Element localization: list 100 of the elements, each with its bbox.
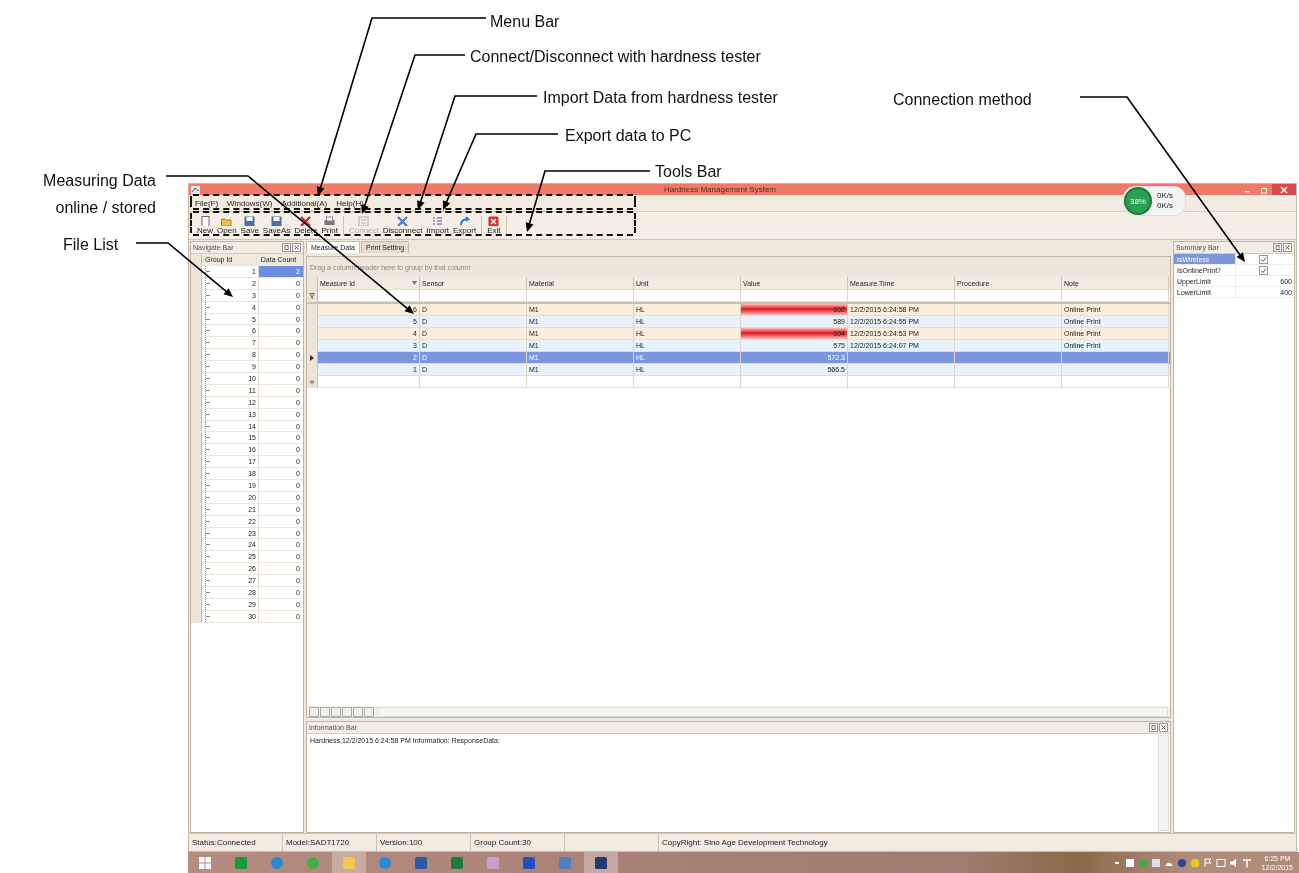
- menu-item[interactable]: Additional(A): [281, 198, 328, 208]
- callout-label: Connect/Disconnect with hardness tester: [470, 47, 761, 67]
- filter-cell[interactable]: [741, 290, 848, 302]
- app-icon: [270, 855, 284, 870]
- callout-label: Measuring Data online / stored: [42, 171, 156, 218]
- close-icon[interactable]: [292, 243, 301, 252]
- filter-cell[interactable]: [848, 290, 955, 302]
- table-cell[interactable]: [634, 376, 741, 388]
- tray-icon[interactable]: [1176, 857, 1187, 868]
- toolbar-button[interactable]: Open: [216, 216, 238, 235]
- callout-label: Connection method: [893, 90, 1032, 110]
- sort-arrow-icon: [412, 281, 417, 285]
- vertical-scrollbar[interactable]: [1158, 735, 1169, 831]
- folder-icon: [221, 216, 233, 226]
- filter-cell[interactable]: [420, 290, 527, 302]
- table-cell[interactable]: [848, 376, 955, 388]
- toolbar-button[interactable]: Exit: [486, 216, 502, 235]
- table-cell[interactable]: [741, 376, 848, 388]
- row-header[interactable]: [191, 266, 202, 277]
- close-icon: [1280, 185, 1288, 194]
- table-cell[interactable]: [527, 376, 634, 388]
- usage-gauge: 38%: [1124, 187, 1152, 215]
- filter-cell[interactable]: [318, 290, 420, 302]
- upload-rate: 0K/s: [1157, 191, 1173, 201]
- page-icon: [199, 216, 211, 226]
- menu-item[interactable]: Windows(W): [227, 198, 273, 208]
- callout-label: Menu Bar: [490, 12, 560, 32]
- status-text: Model:SADT1720: [283, 834, 377, 851]
- table-cell[interactable]: [955, 376, 1062, 388]
- pager-button[interactable]: [309, 706, 319, 717]
- app-icon: [234, 855, 248, 870]
- filter-cell[interactable]: [1062, 290, 1169, 302]
- pager-button[interactable]: [353, 706, 363, 717]
- pin-icon[interactable]: [1149, 723, 1158, 732]
- pager-button[interactable]: [364, 706, 374, 717]
- cross-icon: [397, 216, 409, 226]
- tray-icon[interactable]: [1215, 857, 1226, 868]
- app-icon: [594, 855, 608, 870]
- printer-icon: [324, 216, 336, 226]
- table-cell[interactable]: [1062, 376, 1169, 388]
- filter-cell[interactable]: [527, 290, 634, 302]
- curved-arrow-icon: [459, 216, 471, 226]
- cross-icon: [300, 216, 312, 226]
- toolbar-button[interactable]: Import: [425, 216, 451, 235]
- close-button[interactable]: [1272, 184, 1296, 195]
- tray-icon[interactable]: [1228, 857, 1239, 868]
- download-rate: 0K/s: [1157, 201, 1173, 211]
- status-text: Status:Connected: [189, 834, 283, 851]
- app-icon: [414, 855, 428, 870]
- table-cell[interactable]: [318, 376, 420, 388]
- callout-label: Export data to PC: [565, 126, 692, 146]
- app-icon: [450, 855, 464, 870]
- tray-icon[interactable]: [1150, 857, 1161, 868]
- toolbar-button[interactable]: Save: [239, 216, 260, 235]
- status-text: CopyRight: Sino Age Development Technology: [661, 837, 829, 849]
- filter-cell[interactable]: [634, 290, 741, 302]
- menu-item[interactable]: File(F): [195, 198, 219, 208]
- app-icon: [558, 855, 572, 870]
- tray-icon[interactable]: [1202, 857, 1213, 868]
- callout-label: File List: [63, 235, 119, 255]
- app-icon: [342, 855, 356, 870]
- toolbar-button[interactable]: New: [196, 216, 214, 235]
- close-icon[interactable]: [1283, 243, 1292, 252]
- text-box-icon: [358, 216, 370, 226]
- toolbar-button[interactable]: Print: [320, 216, 339, 235]
- callout-label: Import Data from hardness tester: [543, 88, 778, 108]
- pager-button[interactable]: [331, 706, 341, 717]
- app-icon: [191, 185, 200, 194]
- close-icon: [488, 216, 500, 226]
- list-icon: [432, 216, 444, 226]
- checkbox[interactable]: [1259, 265, 1268, 275]
- horizontal-scrollbar[interactable]: [377, 706, 1168, 717]
- taskbar-app[interactable]: [584, 852, 618, 873]
- pin-icon[interactable]: [282, 243, 291, 252]
- tray-icon[interactable]: [1189, 857, 1200, 868]
- callout-label: Tools Bar: [655, 162, 722, 182]
- app-icon: [306, 855, 320, 870]
- toolbar-button[interactable]: Disconnect: [381, 216, 424, 235]
- app-icon: [378, 855, 392, 870]
- new-row-icon: [309, 379, 315, 385]
- tray-icon[interactable]: [1124, 857, 1135, 868]
- pin-icon[interactable]: [1273, 243, 1282, 252]
- menu-item[interactable]: Help(H): [336, 198, 364, 208]
- app-icon: [522, 855, 536, 870]
- tray-icon[interactable]: [1241, 857, 1252, 868]
- status-text: Group Count:30: [471, 834, 565, 851]
- toolbar-button[interactable]: Export: [452, 216, 478, 235]
- status-text: Version:100: [377, 834, 471, 851]
- window-title: Hardness Management System: [662, 185, 778, 194]
- close-icon[interactable]: [1159, 723, 1168, 732]
- restore-icon[interactable]: [1260, 185, 1268, 194]
- toolbar-button[interactable]: SaveAs: [261, 216, 292, 235]
- app-icon: [486, 855, 500, 870]
- pager-button[interactable]: [320, 706, 330, 717]
- windows-logo-icon: [198, 855, 212, 870]
- pager-button[interactable]: [342, 706, 352, 717]
- table-cell[interactable]: [420, 376, 527, 388]
- filter-cell[interactable]: [955, 290, 1062, 302]
- checkbox[interactable]: [1259, 254, 1268, 264]
- row-header[interactable]: [191, 254, 202, 265]
